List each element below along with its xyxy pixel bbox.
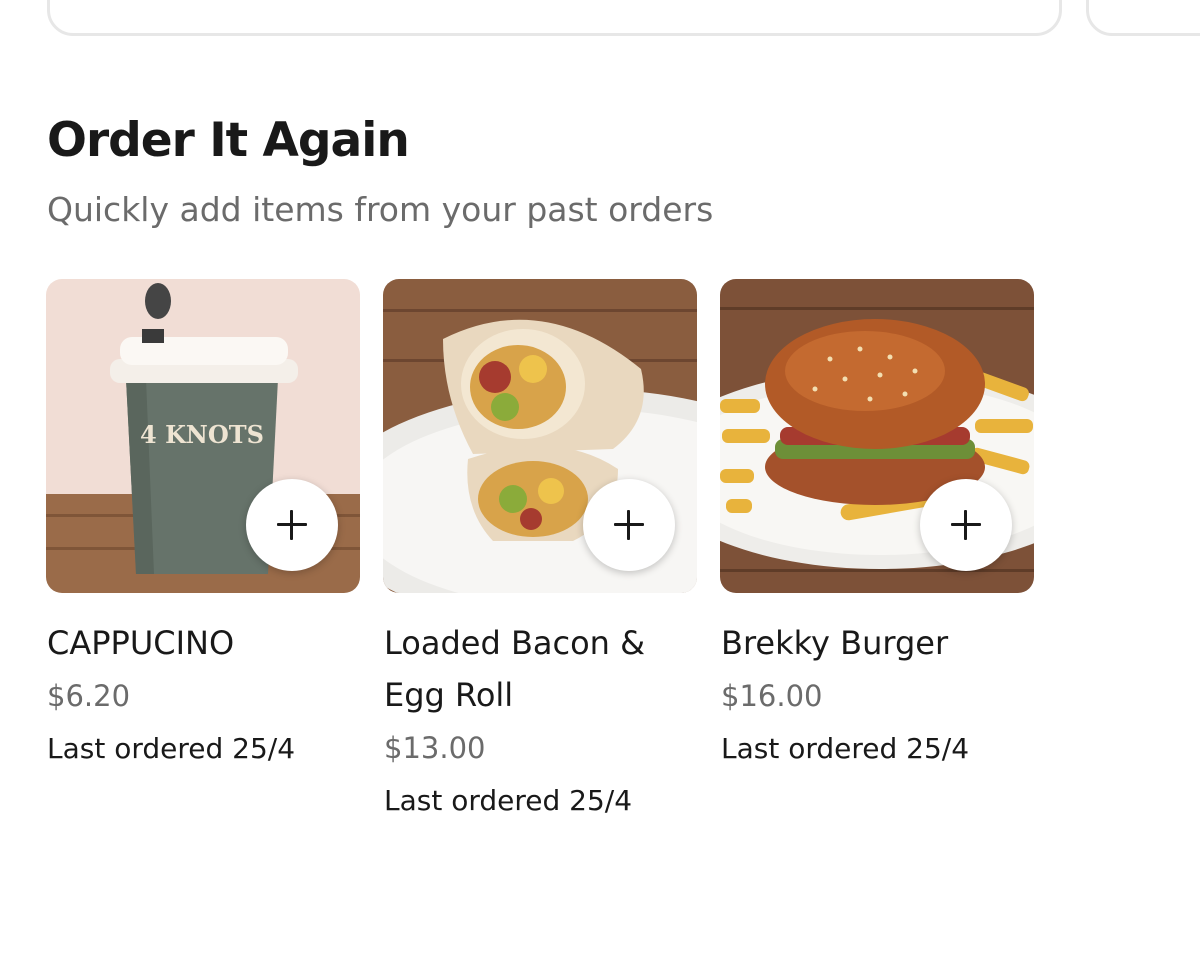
search-bar-card[interactable] (47, 0, 1062, 36)
filter-chip-card[interactable] (1086, 0, 1200, 36)
item-image-cappucino[interactable]: 4 KNOTS (46, 279, 360, 593)
add-loaded-bacon-egg-roll-button[interactable] (583, 479, 675, 571)
item-card-cappucino[interactable]: 4 KNOTS CAPPUCINO $6.20 Last ordered 25/… (46, 279, 360, 775)
item-card-brekky-burger[interactable]: Brekky Burger $16.00 Last ordered 25/4 (720, 279, 1034, 775)
item-last-ordered: Last ordered 25/4 (721, 732, 970, 765)
item-image-brekky-burger[interactable] (720, 279, 1034, 593)
add-brekky-burger-button[interactable] (920, 479, 1012, 571)
add-cappucino-button[interactable] (246, 479, 338, 571)
plus-icon (951, 510, 981, 540)
plus-icon (277, 510, 307, 540)
section-subtitle: Quickly add items from your past orders (47, 190, 714, 229)
item-card-loaded-bacon-egg-roll[interactable]: Loaded Bacon & Egg Roll $13.00 Last orde… (383, 279, 697, 827)
item-name: CAPPUCINO (47, 624, 235, 662)
section-title: Order It Again (47, 113, 410, 168)
item-last-ordered: Last ordered 25/4 (384, 784, 633, 817)
item-image-loaded-bacon-egg-roll[interactable] (383, 279, 697, 593)
item-last-ordered: Last ordered 25/4 (47, 732, 296, 765)
item-price: $16.00 (721, 679, 823, 713)
item-name: Brekky Burger (721, 624, 949, 662)
item-price: $13.00 (384, 731, 486, 765)
plus-icon (614, 510, 644, 540)
item-price: $6.20 (47, 679, 131, 713)
cup-brand-text: 4 KNOTS (140, 420, 264, 449)
item-name: Loaded Bacon & Egg Roll (384, 624, 646, 714)
